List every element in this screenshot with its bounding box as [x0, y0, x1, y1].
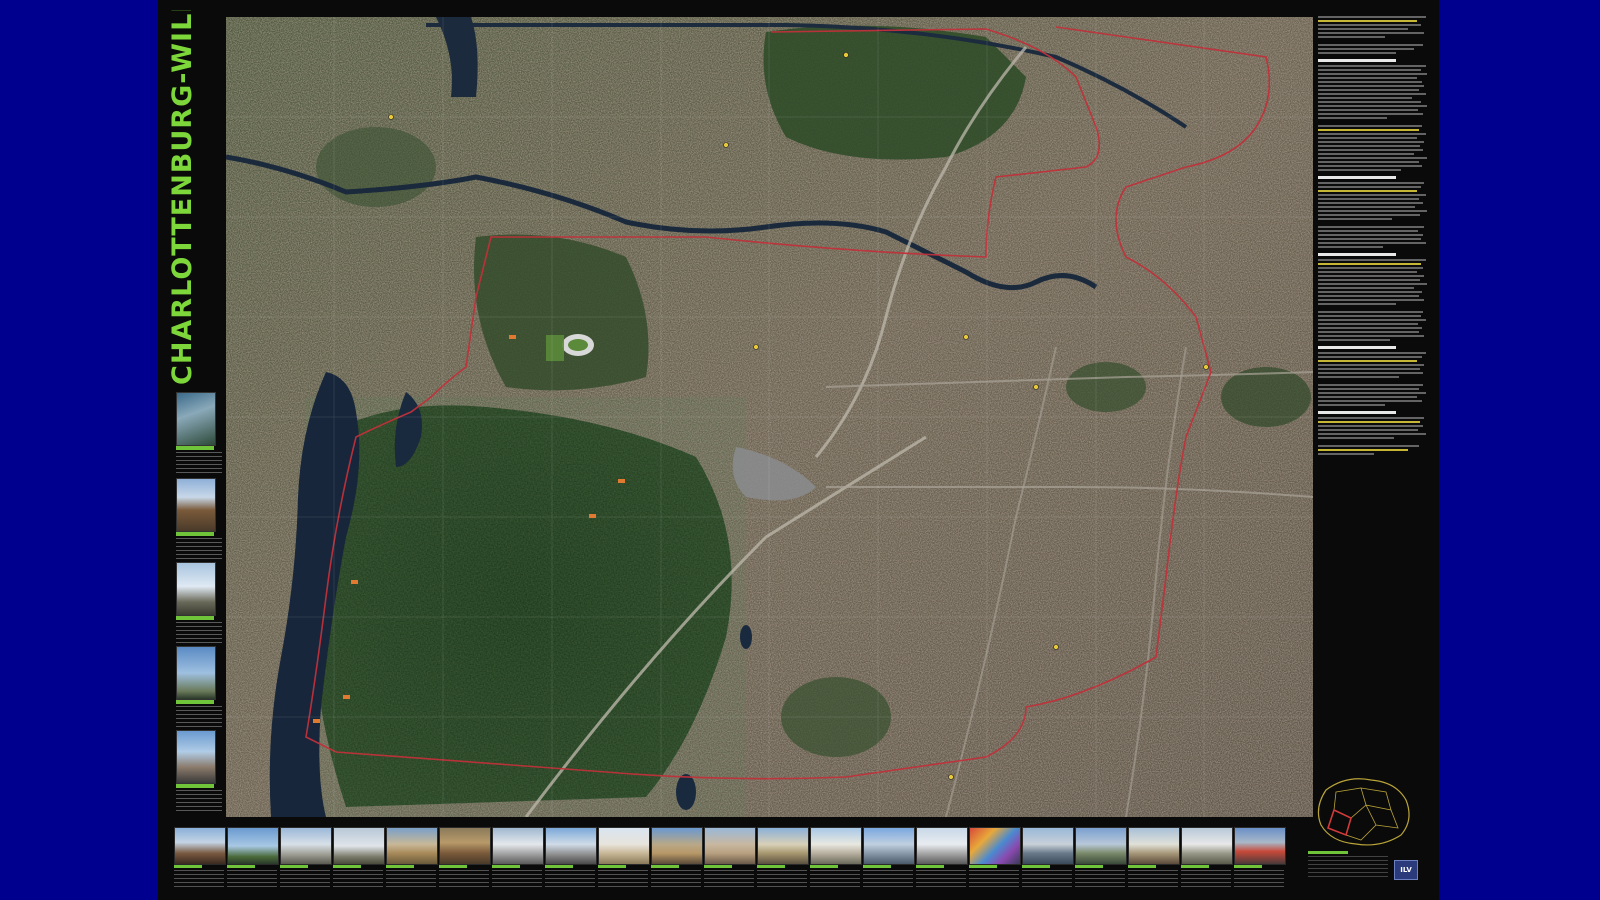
- thumbnail-label-8: [545, 865, 573, 868]
- thumbnail-label-2: [227, 865, 255, 868]
- thumbnail-label-10: [651, 865, 679, 868]
- thumbnail-text-18: [1075, 870, 1125, 890]
- thumbnail-20[interactable]: [1181, 827, 1233, 865]
- thumbnail-label-5: [386, 865, 414, 868]
- thumbnail-text-19: [1128, 870, 1178, 890]
- thumbnail-8[interactable]: [545, 827, 597, 865]
- thumbnail-14[interactable]: [863, 827, 915, 865]
- thumbnail-7[interactable]: [492, 827, 544, 865]
- side-caption-label-4: [176, 700, 214, 704]
- thumbnail-1[interactable]: [174, 827, 226, 865]
- thumbnail-label-21: [1234, 865, 1262, 868]
- side-caption-text-1: [176, 452, 222, 474]
- thumbnail-label-14: [863, 865, 891, 868]
- thumbnail-15[interactable]: [916, 827, 968, 865]
- thumbnail-label-12: [757, 865, 785, 868]
- thumbnail-label-15: [916, 865, 944, 868]
- ilv-logo-icon[interactable]: ILV: [1394, 860, 1418, 880]
- thumbnail-18[interactable]: [1075, 827, 1127, 865]
- thumbnail-text-1: [174, 870, 224, 890]
- thumbnail-text-9: [598, 870, 648, 890]
- thumbnail-13[interactable]: [810, 827, 862, 865]
- side-caption-text-5: [176, 790, 222, 812]
- side-caption-label-1: [176, 446, 214, 450]
- thumbnail-label-3: [280, 865, 308, 868]
- side-caption-text-2: [176, 538, 222, 560]
- side-caption-text-3: [176, 622, 222, 644]
- thumbnail-3[interactable]: [280, 827, 332, 865]
- thumbnail-text-17: [1022, 870, 1072, 890]
- thumbnail-4[interactable]: [333, 827, 385, 865]
- legal-text: [1308, 856, 1388, 880]
- thumbnail-text-4: [333, 870, 383, 890]
- thumbnail-label-9: [598, 865, 626, 868]
- thumbnail-text-14: [863, 870, 913, 890]
- aerial-map-graphic: [226, 17, 1313, 817]
- thumbnail-17[interactable]: [1022, 827, 1074, 865]
- thumbnail-label-6: [439, 865, 467, 868]
- map-poster: CHARLOTTENBURG-WILMERSDORF ILV: [158, 0, 1439, 900]
- thumbnail-text-16: [969, 870, 1019, 890]
- legal-label: [1308, 851, 1348, 854]
- thumbnail-label-18: [1075, 865, 1103, 868]
- thumbnail-label-20: [1181, 865, 1209, 868]
- side-photo-1[interactable]: [176, 392, 216, 446]
- thumbnail-21[interactable]: [1234, 827, 1286, 865]
- thumbnail-label-13: [810, 865, 838, 868]
- thumbnail-text-2: [227, 870, 277, 890]
- thumbnail-text-3: [280, 870, 330, 890]
- thumbnail-text-13: [810, 870, 860, 890]
- poster-title-container: CHARLOTTENBURG-WILMERSDORF: [162, 10, 202, 390]
- thumbnail-label-7: [492, 865, 520, 868]
- thumbnail-2[interactable]: [227, 827, 279, 865]
- thumbnail-label-17: [1022, 865, 1050, 868]
- thumbnail-text-8: [545, 870, 595, 890]
- thumbnail-label-1: [174, 865, 202, 868]
- thumbnail-label-4: [333, 865, 361, 868]
- thumbnail-text-20: [1181, 870, 1231, 890]
- thumbnail-11[interactable]: [704, 827, 756, 865]
- thumbnail-text-11: [704, 870, 754, 890]
- side-caption-label-2: [176, 532, 214, 536]
- thumbnail-text-7: [492, 870, 542, 890]
- thumbnail-text-10: [651, 870, 701, 890]
- thumbnail-19[interactable]: [1128, 827, 1180, 865]
- thumbnail-label-16: [969, 865, 997, 868]
- side-caption-text-4: [176, 706, 222, 728]
- thumbnail-label-19: [1128, 865, 1156, 868]
- thumbnail-5[interactable]: [386, 827, 438, 865]
- thumbnail-text-21: [1234, 870, 1284, 890]
- thumbnail-text-15: [916, 870, 966, 890]
- thumbnail-9[interactable]: [598, 827, 650, 865]
- side-photo-3[interactable]: [176, 562, 216, 616]
- thumbnail-12[interactable]: [757, 827, 809, 865]
- thumbnail-6[interactable]: [439, 827, 491, 865]
- description-text-column: [1318, 16, 1430, 771]
- aerial-map[interactable]: [226, 17, 1313, 817]
- side-photo-5[interactable]: [176, 730, 216, 784]
- thumbnail-text-12: [757, 870, 807, 890]
- berlin-locator-map-icon: [1306, 770, 1416, 850]
- thumbnail-text-5: [386, 870, 436, 890]
- poster-title: CHARLOTTENBURG-WILMERSDORF: [167, 10, 198, 385]
- thumbnail-text-6: [439, 870, 489, 890]
- thumbnail-10[interactable]: [651, 827, 703, 865]
- side-caption-label-5: [176, 784, 214, 788]
- landmark-thumbnail-strip: [174, 827, 1294, 895]
- side-caption-label-3: [176, 616, 214, 620]
- side-photo-4[interactable]: [176, 646, 216, 700]
- thumbnail-16[interactable]: [969, 827, 1021, 865]
- side-photo-2[interactable]: [176, 478, 216, 532]
- thumbnail-label-11: [704, 865, 732, 868]
